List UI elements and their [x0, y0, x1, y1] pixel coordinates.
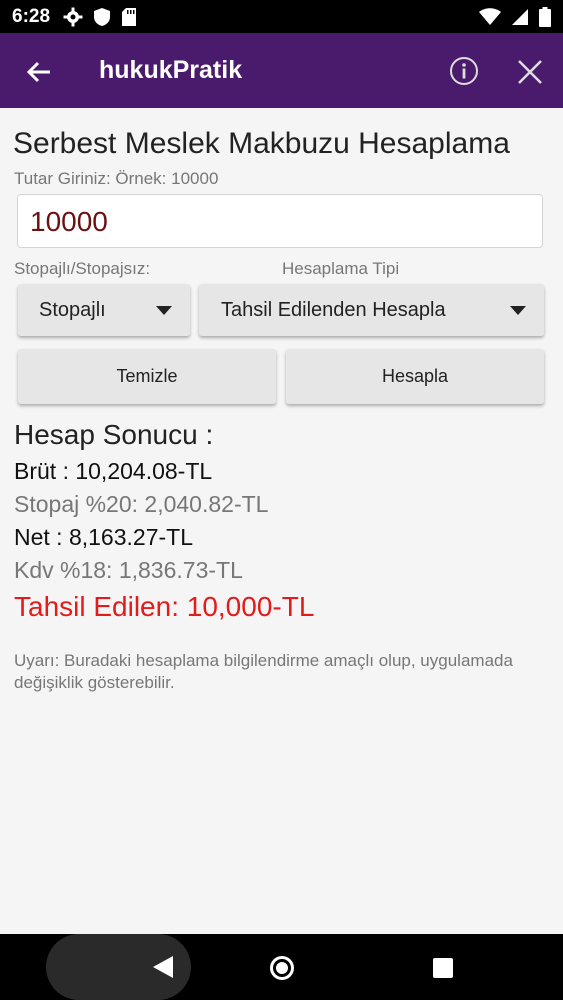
amount-input[interactable]: 10000	[17, 194, 543, 248]
status-icons-right	[479, 7, 551, 27]
status-bar: 6:28	[0, 0, 563, 33]
result-kdv: Kdv %18: 1,836.73-TL	[14, 557, 243, 583]
stopaj-label: Stopajlı/Stopajsız:	[14, 259, 151, 278]
app-bar: hukukPratik	[0, 33, 563, 108]
result-stopaj: Stopaj %20: 2,040.82-TL	[14, 491, 269, 517]
dropdown-caret-icon	[156, 306, 172, 315]
system-nav-bar	[0, 934, 563, 1000]
result-net: Net : 8,163.27-TL	[14, 524, 193, 550]
recents-icon[interactable]	[433, 958, 453, 978]
sd-card-icon	[122, 8, 136, 26]
home-icon[interactable]	[270, 956, 294, 980]
calculation-type-label: Hesaplama Tipi	[282, 259, 400, 278]
close-icon[interactable]	[516, 58, 544, 86]
calculation-type-dropdown[interactable]: Tahsil Edilenden Hesapla	[199, 284, 544, 336]
app-title: hukukPratik	[99, 56, 243, 84]
info-icon[interactable]	[449, 56, 479, 86]
calculate-button[interactable]: Hesapla	[286, 349, 544, 404]
page-heading: Serbest Meslek Makbuzu Hesaplama	[13, 127, 510, 160]
nav-back-button[interactable]	[46, 934, 191, 1000]
status-time: 6:28	[12, 6, 51, 27]
calculation-type-dropdown-value: Tahsil Edilenden Hesapla	[221, 298, 446, 321]
back-arrow-icon[interactable]	[24, 57, 54, 87]
result-heading: Hesap Sonucu :	[14, 419, 214, 450]
gear-icon	[63, 7, 83, 27]
amount-label: Tutar Giriniz: Örnek: 10000	[14, 169, 219, 188]
stopaj-dropdown[interactable]: Stopajlı	[18, 284, 190, 336]
result-tahsil: Tahsil Edilen: 10,000-TL	[14, 591, 315, 622]
back-icon	[153, 956, 173, 978]
clear-button[interactable]: Temizle	[18, 349, 276, 404]
warning-text: Uyarı: Buradaki hesaplama bilgilendirme …	[14, 651, 513, 692]
stopaj-dropdown-value: Stopajlı	[39, 298, 106, 321]
wifi-icon	[479, 8, 501, 25]
signal-icon	[512, 9, 528, 25]
result-brut: Brüt : 10,204.08-TL	[14, 458, 213, 484]
battery-icon	[539, 7, 551, 27]
dropdown-caret-icon	[510, 306, 526, 315]
status-icons-left	[63, 7, 137, 27]
shield-icon	[94, 8, 110, 26]
